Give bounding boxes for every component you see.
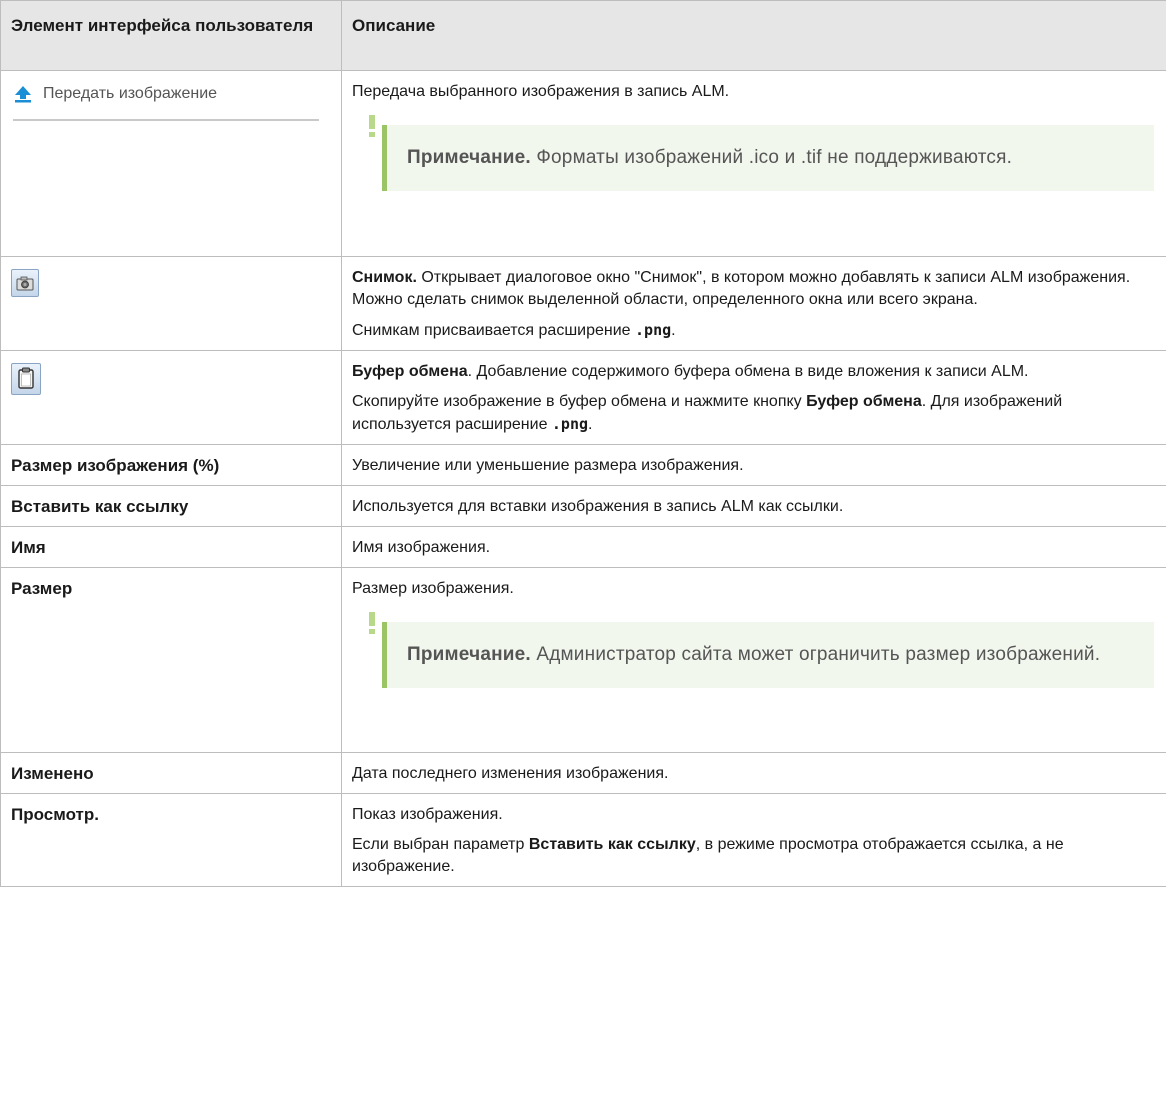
table-row-size: Размер Размер изображения. Примечание. А… [0,567,1166,753]
cell-size-desc: Размер изображения. Примечание. Админист… [341,567,1166,753]
size-percent-label: Размер изображения (%) [0,444,342,486]
table-header-row: Элемент интерфейса пользователя Описание [0,0,1166,71]
table-row-clipboard: Буфер обмена. Добавление содержимого буф… [0,350,1166,445]
note-label: Примечание. [407,644,531,665]
snapshot-button[interactable] [11,269,39,297]
clipboard-icon [18,367,34,389]
note-text: Форматы изображений .ico и .tif не подде… [530,147,1013,168]
camera-icon [16,276,34,291]
snapshot-description: Снимок. Открывает диалоговое окно "Снимо… [352,267,1154,311]
clipboard-usage-post: . [588,416,593,433]
note-label: Примечание. [407,147,531,168]
clipboard-usage-code: .png [551,415,589,433]
table-row-upload: Передать изображение Передача выбранного… [0,70,1166,257]
upload-image-label: Передать изображение [43,85,218,102]
clipboard-text: . Добавление содержимого буфера обмена в… [467,363,1029,380]
note-box-upload: Примечание. Форматы изображений .ico и .… [369,115,1154,191]
snapshot-text: Открывает диалоговое окно "Снимок", в ко… [352,269,1131,308]
snapshot-title: Снимок. [352,269,417,286]
preview-label: Просмотр. [0,793,342,887]
clipboard-button[interactable] [11,363,41,395]
note-flag-icon [369,612,375,634]
name-desc: Имя изображения. [341,526,1166,568]
clipboard-usage-bold: Буфер обмена [806,393,922,410]
table-row-modified: Изменено Дата последнего изменения изобр… [0,752,1166,794]
snapshot-extension-text: Снимкам присваивается расширение .png. [352,319,1154,342]
upload-image-button[interactable]: Передать изображение [13,83,319,121]
preview-description: Показ изображения. [352,806,503,823]
clipboard-usage-pre: Скопируйте изображение в буфер обмена и … [352,393,807,410]
cell-preview-desc: Показ изображения. Если выбран параметр … [341,793,1166,887]
insert-link-label: Вставить как ссылку [0,485,342,527]
size-label: Размер [0,567,342,753]
preview-link-bold: Вставить как ссылку [528,836,696,853]
preview-link-pre: Если выбран параметр [352,836,529,853]
preview-link-text: Если выбран параметр Вставить как ссылку… [352,834,1154,878]
ui-elements-table: Элемент интерфейса пользователя Описание… [0,0,1166,887]
insert-link-desc: Используется для вставки изображения в з… [341,485,1166,527]
snapshot-ext-pre: Снимкам присваивается расширение [352,322,636,339]
table-row-size-percent: Размер изображения (%) Увеличение или ум… [0,444,1166,486]
upload-description: Передача выбранного изображения в запись… [352,83,730,100]
table-row-insert-link: Вставить как ссылку Используется для вст… [0,485,1166,527]
note-box-size: Примечание. Администратор сайта может ог… [369,612,1154,688]
cell-snapshot-element [0,256,342,351]
modified-label: Изменено [0,752,342,794]
note-text: Администратор сайта может ограничить раз… [530,644,1101,665]
table-row-preview: Просмотр. Показ изображения. Если выбран… [0,793,1166,887]
upload-arrow-icon [13,85,33,103]
clipboard-title: Буфер обмена [352,363,468,380]
size-percent-desc: Увеличение или уменьшение размера изобра… [341,444,1166,486]
modified-desc: Дата последнего изменения изображения. [341,752,1166,794]
cell-upload-desc: Передача выбранного изображения в запись… [341,70,1166,257]
cell-clipboard-desc: Буфер обмена. Добавление содержимого буф… [341,350,1166,445]
cell-snapshot-desc: Снимок. Открывает диалоговое окно "Снимо… [341,256,1166,351]
table-row-name: Имя Имя изображения. [0,526,1166,568]
note-flag-icon [369,115,375,137]
header-ui-element: Элемент интерфейса пользователя [0,0,342,71]
header-description: Описание [341,0,1166,71]
snapshot-ext-post: . [671,322,676,339]
snapshot-ext-code: .png [635,321,672,339]
cell-clipboard-element [0,350,342,445]
clipboard-description: Буфер обмена. Добавление содержимого буф… [352,361,1154,383]
size-description: Размер изображения. [352,580,514,597]
table-row-snapshot: Снимок. Открывает диалоговое окно "Снимо… [0,256,1166,351]
name-label: Имя [0,526,342,568]
cell-upload-element: Передать изображение [0,70,342,257]
clipboard-usage-text: Скопируйте изображение в буфер обмена и … [352,391,1154,436]
